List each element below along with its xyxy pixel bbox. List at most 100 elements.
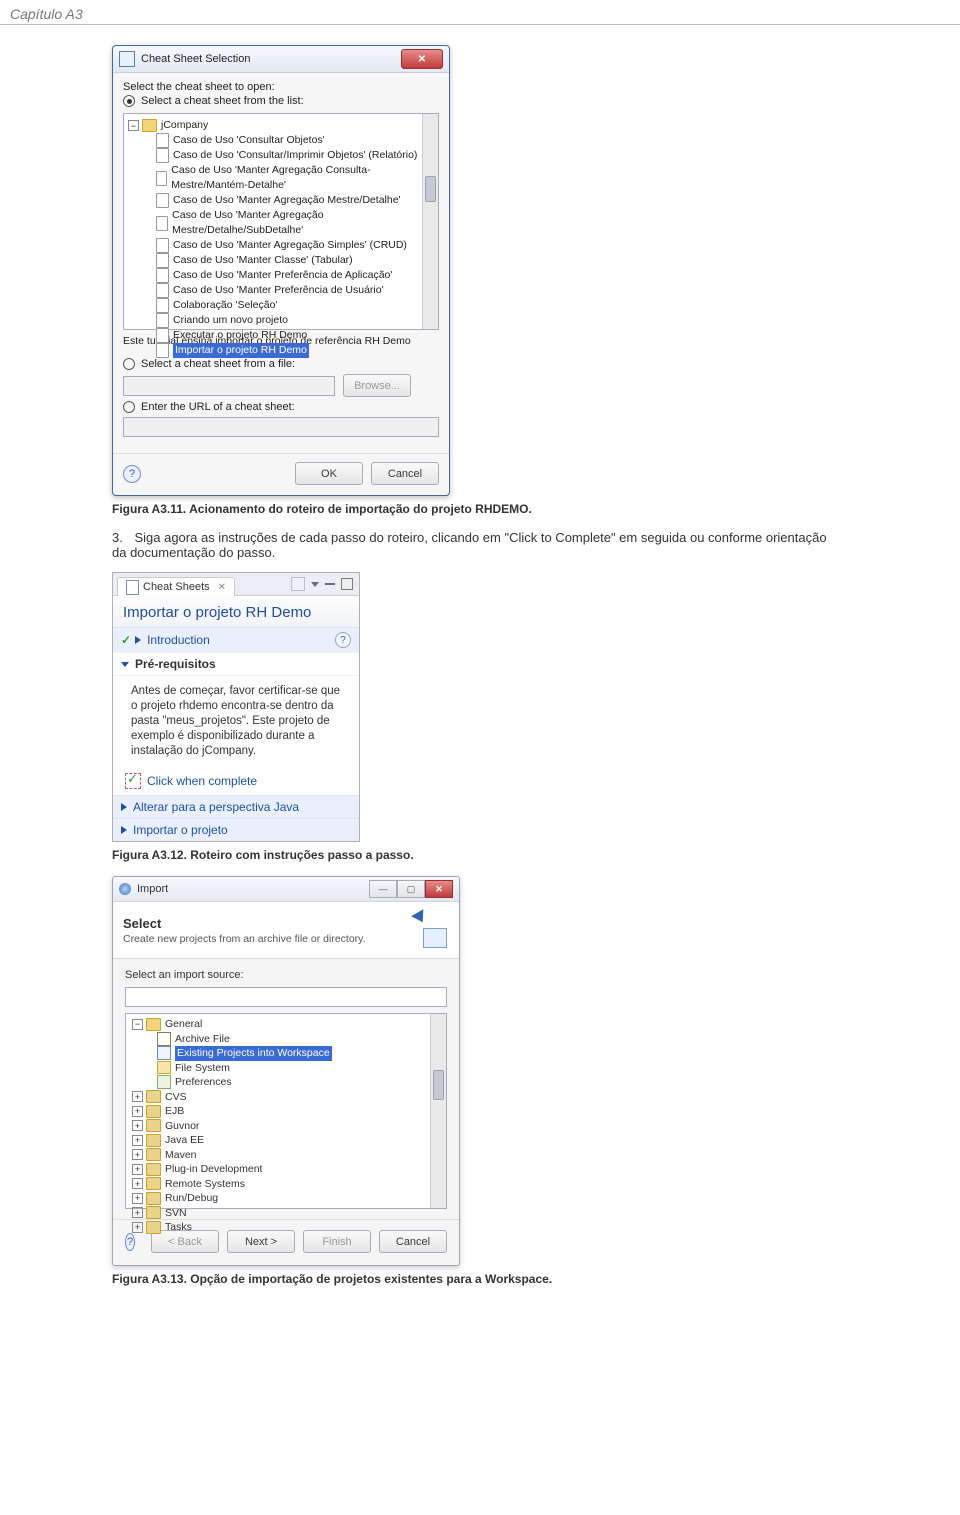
step-perspective-java[interactable]: Alterar para a perspectiva Java [113, 795, 359, 818]
cheat-sheet-icon [119, 51, 135, 67]
cheat-sheets-tab[interactable]: Cheat Sheets ✕ [117, 577, 235, 596]
minimize-icon[interactable] [325, 583, 335, 585]
tree-category[interactable]: +Guvnor [129, 1119, 446, 1134]
cheat-sheet-tree[interactable]: − jCompany Caso de Uso 'Consultar Objeto… [123, 113, 439, 330]
import-source-tree[interactable]: − General Archive File Existing Projects… [125, 1013, 447, 1209]
tree-item-selected[interactable]: Importar o projeto RH Demo [128, 343, 436, 358]
step-3-text: 3. Siga agora as instruções de cada pass… [112, 530, 832, 560]
expand-icon[interactable]: + [132, 1135, 143, 1146]
scroll-thumb[interactable] [425, 176, 436, 202]
tree-category-general[interactable]: − General [129, 1017, 446, 1032]
maximize-icon[interactable] [341, 578, 353, 590]
step-label: Introduction [147, 633, 210, 647]
expand-icon[interactable]: + [132, 1149, 143, 1160]
titlebar: Cheat Sheet Selection ✕ [113, 46, 449, 73]
tree-item[interactable]: Executar o projeto RH Demo [128, 328, 436, 343]
tree-item-preferences[interactable]: Preferences [129, 1075, 446, 1090]
radio-from-url[interactable]: Enter the URL of a cheat sheet: [123, 401, 439, 413]
tree-category[interactable]: +Run/Debug [129, 1191, 446, 1206]
tree-item[interactable]: Caso de Uso 'Manter Agregação Simples' (… [128, 238, 436, 253]
folder-icon [146, 1192, 161, 1205]
tree-category[interactable]: +CVS [129, 1090, 446, 1105]
scroll-thumb[interactable] [433, 1070, 444, 1100]
tree-category[interactable]: +Tasks [129, 1220, 446, 1235]
tree-item-file-system[interactable]: File System [129, 1061, 446, 1076]
tree-item[interactable]: Caso de Uso 'Manter Classe' (Tabular) [128, 253, 436, 268]
tree-item[interactable]: Criando um novo projeto [128, 313, 436, 328]
click-when-complete[interactable]: Click when complete [113, 769, 359, 795]
tree-category[interactable]: +SVN [129, 1206, 446, 1221]
folder-icon [146, 1221, 161, 1234]
help-icon[interactable]: ? [335, 632, 351, 648]
minimize-button[interactable]: — [369, 880, 397, 898]
expand-icon[interactable]: + [132, 1120, 143, 1131]
folder-icon [146, 1018, 161, 1031]
radio-from-file[interactable]: Select a cheat sheet from a file: [123, 358, 439, 370]
close-button[interactable]: ✕ [401, 49, 443, 69]
import-header-title: Select [123, 916, 409, 931]
radio-icon [123, 358, 135, 370]
import-wizard-icon [409, 910, 449, 950]
url-input [123, 417, 439, 437]
step-number: 3. [112, 530, 123, 545]
step-import-project[interactable]: Importar o projeto [113, 818, 359, 841]
help-icon[interactable]: ? [123, 465, 141, 483]
tree-folder-jcompany[interactable]: − jCompany [128, 118, 436, 133]
close-tab-icon[interactable]: ✕ [218, 582, 226, 593]
step-prerequisites[interactable]: Pré-requisitos [113, 653, 359, 676]
expand-icon[interactable]: + [132, 1207, 143, 1218]
filter-input[interactable] [125, 987, 447, 1007]
import-header-subtitle: Create new projects from an archive file… [123, 933, 409, 945]
view-menu-icon[interactable] [291, 577, 305, 591]
expand-icon[interactable]: + [132, 1222, 143, 1233]
tree-item[interactable]: Caso de Uso 'Consultar Objetos' [128, 133, 436, 148]
tree-item[interactable]: Caso de Uso 'Manter Preferência de Usuár… [128, 283, 436, 298]
step-introduction[interactable]: ✓ Introduction ? [113, 628, 359, 653]
figure-caption-2: Figura A3.12. Roteiro com instruções pas… [112, 848, 960, 862]
tree-item[interactable]: Caso de Uso 'Manter Agregação Mestre/Det… [128, 193, 436, 208]
tree-category[interactable]: +Java EE [129, 1133, 446, 1148]
expand-icon[interactable]: + [132, 1178, 143, 1189]
folder-icon [146, 1090, 161, 1103]
help-icon[interactable]: ? [125, 1233, 135, 1251]
tree-category[interactable]: +EJB [129, 1104, 446, 1119]
ok-button[interactable]: OK [295, 462, 363, 485]
tree-category[interactable]: +Remote Systems [129, 1177, 446, 1192]
scrollbar[interactable] [422, 114, 438, 329]
panel-title: Importar o projeto RH Demo [113, 596, 359, 628]
step-text: Siga agora as instruções de cada passo d… [112, 530, 827, 560]
folder-icon [146, 1206, 161, 1219]
radio-label: Select a cheat sheet from the list: [141, 95, 304, 107]
tree-item-existing-projects[interactable]: Existing Projects into Workspace [129, 1046, 446, 1061]
tree-item[interactable]: Caso de Uso 'Consultar/Imprimir Objetos'… [128, 148, 436, 163]
radio-from-list[interactable]: Select a cheat sheet from the list: [123, 95, 439, 107]
cancel-button[interactable]: Cancel [371, 462, 439, 485]
dropdown-icon[interactable] [311, 582, 319, 587]
step-label: Pré-requisitos [135, 657, 216, 671]
cheat-sheet-selection-dialog: Cheat Sheet Selection ✕ Select the cheat… [112, 45, 450, 496]
browse-button: Browse... [343, 374, 411, 397]
expand-icon[interactable]: + [132, 1106, 143, 1117]
archive-icon [157, 1032, 171, 1046]
tree-item[interactable]: Colaboração 'Seleção' [128, 298, 436, 313]
file-icon [156, 313, 169, 328]
projects-icon [157, 1046, 171, 1060]
file-icon [156, 253, 169, 268]
filesystem-icon [157, 1061, 171, 1074]
collapse-icon[interactable]: − [128, 120, 139, 131]
tree-item[interactable]: Caso de Uso 'Manter Preferência de Aplic… [128, 268, 436, 283]
tree-item-archive-file[interactable]: Archive File [129, 1032, 446, 1047]
tree-category[interactable]: +Plug-in Development [129, 1162, 446, 1177]
tree-category[interactable]: +Maven [129, 1148, 446, 1163]
expand-icon[interactable]: + [132, 1193, 143, 1204]
folder-icon [146, 1163, 161, 1176]
expand-icon[interactable]: + [132, 1091, 143, 1102]
file-icon [156, 268, 169, 283]
tree-item[interactable]: Caso de Uso 'Manter Agregação Consulta-M… [128, 163, 436, 193]
collapse-icon[interactable]: − [132, 1019, 143, 1030]
expand-icon[interactable]: + [132, 1164, 143, 1175]
tree-item[interactable]: Caso de Uso 'Manter Agregação Mestre/Det… [128, 208, 436, 238]
maximize-button[interactable]: ▢ [397, 880, 425, 898]
scrollbar[interactable] [430, 1014, 446, 1208]
close-button[interactable]: ✕ [425, 880, 453, 898]
